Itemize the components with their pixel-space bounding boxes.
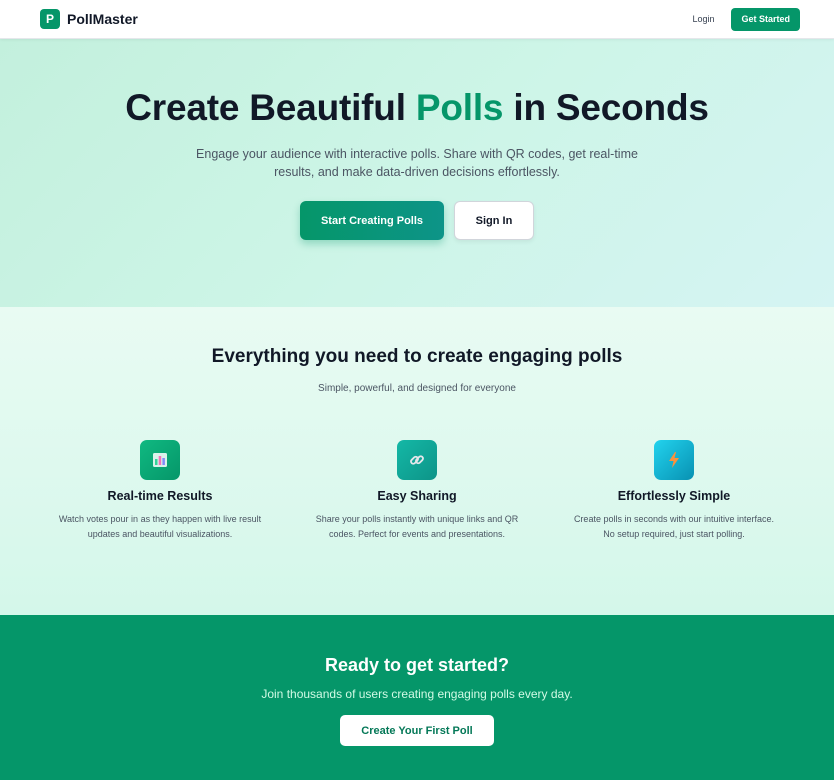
brand[interactable]: P PollMaster	[40, 9, 138, 29]
feature-title: Effortlessly Simple	[617, 489, 731, 503]
top-nav: P PollMaster Login Get Started	[0, 0, 834, 39]
feature-grid: Real-time Results Watch votes pour in as…	[0, 394, 834, 542]
feature-title: Easy Sharing	[377, 489, 457, 503]
hero-section: Create Beautiful Polls in Seconds Engage…	[0, 39, 834, 307]
brand-logo: P	[40, 9, 60, 29]
cta-subtitle: Join thousands of users creating engagin…	[261, 687, 573, 701]
lightning-icon	[654, 440, 694, 480]
link-icon	[397, 440, 437, 480]
bar-chart-icon	[140, 440, 180, 480]
features-section: Everything you need to create engaging p…	[0, 307, 834, 615]
hero-title-accent: Polls	[415, 87, 504, 128]
hero-title: Create Beautiful Polls in Seconds	[0, 39, 834, 129]
create-first-poll-button[interactable]: Create Your First Poll	[340, 715, 494, 746]
brand-name: PollMaster	[67, 11, 138, 27]
start-creating-polls-button[interactable]: Start Creating Polls	[300, 201, 444, 240]
features-title: Everything you need to create engaging p…	[211, 346, 623, 367]
nav-actions: Login Get Started	[692, 7, 800, 31]
cta-section: Ready to get started? Join thousands of …	[0, 615, 834, 780]
hero-title-suffix: in Seconds	[503, 87, 709, 128]
hero-title-prefix: Create Beautiful	[125, 87, 416, 128]
login-link[interactable]: Login	[692, 14, 714, 24]
features-subtitle: Simple, powerful, and designed for every…	[318, 383, 516, 394]
sign-in-button[interactable]: Sign In	[454, 201, 534, 240]
feature-description: Create polls in seconds with our intuiti…	[573, 514, 775, 539]
cta-title: Ready to get started?	[324, 655, 510, 675]
feature-card: Easy Sharing Share your polls instantly …	[307, 440, 527, 542]
hero-subtitle: Engage your audience with interactive po…	[196, 147, 638, 179]
feature-title: Real-time Results	[107, 489, 213, 503]
get-started-button[interactable]: Get Started	[731, 7, 800, 31]
hero-actions: Start Creating Polls Sign In	[0, 201, 834, 240]
feature-card: Real-time Results Watch votes pour in as…	[50, 440, 270, 542]
feature-description: Share your polls instantly with unique l…	[315, 514, 519, 539]
feature-card: Effortlessly Simple Create polls in seco…	[564, 440, 784, 542]
feature-description: Watch votes pour in as they happen with …	[58, 514, 262, 539]
